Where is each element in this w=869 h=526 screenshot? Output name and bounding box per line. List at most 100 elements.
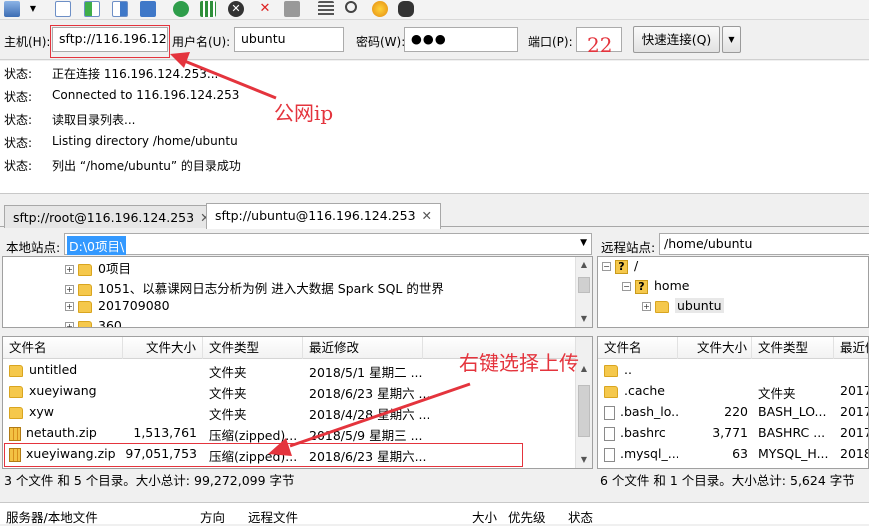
queue-column-size[interactable]: 大小 — [472, 507, 497, 526]
toggle-queue-icon[interactable] — [140, 1, 156, 17]
collapse-icon[interactable]: − — [602, 262, 611, 271]
file-highlight-box — [4, 443, 523, 467]
file-name-cell: .bash_lo... — [604, 404, 678, 420]
remote-path-input[interactable]: /home/ubuntu — [659, 233, 869, 255]
toggle-remote-tree-icon[interactable] — [112, 1, 128, 17]
username-input[interactable]: ubuntu — [234, 27, 344, 52]
local-path-combobox[interactable]: D:\0项目\ ▼ — [64, 233, 592, 255]
log-status: 状态: — [4, 90, 33, 104]
file-row[interactable]: netauth.zip 1,513,761 压缩(zipped)... 2018/5/… — [3, 423, 577, 444]
column-header-filesize[interactable]: 文件大小 — [678, 337, 752, 359]
close-tab-icon[interactable]: ✕ — [422, 208, 432, 223]
tree-item-ubuntu[interactable]: + ubuntu — [642, 298, 724, 318]
search-icon[interactable] — [345, 1, 357, 13]
file-row[interactable]: .. — [598, 360, 868, 381]
file-row[interactable]: xueyiwang 文件夹 2018/6/23 星期六 ... — [3, 381, 577, 402]
public-ip-annotation: 公网ip — [274, 101, 334, 125]
expand-icon[interactable]: + — [642, 302, 651, 311]
tab-root-connection[interactable]: sftp://root@116.196.124.253✕ — [4, 205, 220, 228]
log-message: 读取目录列表... — [52, 113, 136, 127]
dropdown-arrow-icon[interactable]: ▼ — [28, 1, 38, 17]
local-site-label: 本地站点: — [6, 240, 61, 255]
column-header-filesize[interactable]: 文件大小 — [123, 337, 203, 359]
remote-directory-tree[interactable]: −? / −? home + ubuntu — [597, 256, 869, 328]
file-size: 1,513,761 — [133, 425, 197, 440]
file-name: xyw — [29, 404, 55, 419]
queue-column-remote-file[interactable]: 远程文件 — [248, 507, 298, 526]
queue-column-local-file[interactable]: 服务器/本地文件 — [6, 507, 98, 526]
local-tree-scrollbar[interactable]: ▲ ▼ — [575, 257, 592, 327]
compare-icon[interactable] — [372, 1, 388, 17]
log-status: 状态: — [4, 67, 33, 81]
refresh-icon[interactable] — [173, 1, 189, 17]
column-header-filetype[interactable]: 文件类型 — [203, 337, 303, 359]
column-header-modified[interactable]: 最近修改 — [303, 337, 423, 359]
quickconnect-button[interactable]: 快速连接(Q) — [633, 26, 720, 53]
tree-item[interactable]: +0项目 — [65, 258, 131, 278]
remote-file-list[interactable]: 文件名 文件大小 文件类型 最近修 ...cache文件夹2017/.bash_… — [597, 336, 869, 469]
column-header-modified[interactable]: 最近修 — [834, 337, 868, 359]
folder-icon — [9, 385, 23, 398]
file-name-cell: untitled — [9, 362, 129, 377]
scroll-down-icon[interactable]: ▼ — [576, 452, 592, 468]
queue-column-direction[interactable]: 方向 — [200, 507, 225, 526]
file-row[interactable]: .mysql_... 63 MYSQL_H... 2018/ — [598, 444, 868, 465]
file-row[interactable]: .bash_lo... 220 BASH_LO... 2017/ — [598, 402, 868, 423]
log-message: Connected to 116.196.124.253 — [52, 88, 240, 102]
expand-icon[interactable]: + — [65, 322, 74, 327]
tree-item-home[interactable]: −? home — [622, 278, 689, 298]
cancel-icon[interactable]: ✕ — [228, 1, 244, 17]
password-input[interactable]: ●●● — [404, 27, 518, 52]
process-queue-icon[interactable] — [200, 1, 216, 17]
scroll-up-icon[interactable]: ▲ — [576, 257, 592, 273]
remote-site-label: 远程站点: — [601, 240, 656, 255]
chevron-down-icon[interactable]: ▼ — [580, 238, 587, 248]
log-entry: 状态: 正在连接 116.196.124.253... — [0, 65, 869, 85]
queue-column-priority[interactable]: 优先级 — [508, 507, 546, 526]
host-highlight-box — [50, 25, 170, 58]
file-row[interactable]: .cache 文件夹 2017/ — [598, 381, 868, 402]
log-status: 状态: — [4, 159, 33, 173]
remote-status: 6 个文件 和 1 个目录。大小总计: 5,624 字节 — [600, 473, 855, 488]
log-status: 状态: — [4, 113, 33, 127]
site-manager-icon[interactable] — [4, 1, 20, 17]
scroll-thumb[interactable] — [578, 385, 590, 437]
toggle-log-icon[interactable] — [55, 1, 71, 17]
tab-ubuntu-connection[interactable]: sftp://ubuntu@116.196.124.253 ✕ — [206, 203, 442, 229]
column-header-filename[interactable]: 文件名 — [598, 337, 678, 359]
tree-item[interactable]: +1051、以慕课网日志分析为例 进入大数据 Spark SQL 的世界 — [65, 278, 444, 298]
tree-item-root[interactable]: −? / — [602, 258, 638, 278]
file-name-cell: xyw — [9, 404, 129, 419]
filter-icon[interactable] — [318, 1, 334, 17]
file-modified: 2018/5/1 星期二 ... — [309, 365, 423, 380]
file-modified: 2018/5/9 星期三 ... — [309, 428, 423, 443]
expand-icon[interactable]: + — [65, 285, 74, 294]
log-status: 状态: — [4, 136, 33, 150]
scroll-down-icon[interactable]: ▼ — [576, 311, 592, 327]
scroll-thumb[interactable] — [578, 277, 590, 293]
message-log[interactable]: 状态: 正在连接 116.196.124.253... 状态: Connected t… — [0, 61, 869, 194]
file-modified: 2017/ — [840, 404, 868, 419]
file-name-cell: xueyiwang — [9, 383, 129, 398]
local-directory-tree[interactable]: +0项目 +1051、以慕课网日志分析为例 进入大数据 Spark SQL 的世… — [2, 256, 593, 328]
tree-item[interactable]: +360 — [65, 318, 122, 327]
quickconnect-dropdown-button[interactable]: ▼ — [722, 26, 741, 53]
queue-column-status[interactable]: 状态 — [568, 507, 593, 526]
port-annotation: 22 — [587, 33, 613, 57]
column-header-filename[interactable]: 文件名 — [3, 337, 123, 359]
column-header-filetype[interactable]: 文件类型 — [752, 337, 834, 359]
reconnect-icon[interactable] — [284, 1, 300, 17]
disconnect-icon[interactable]: ✕ — [257, 1, 273, 17]
collapse-icon[interactable]: − — [622, 282, 631, 291]
expand-icon[interactable]: + — [65, 265, 74, 274]
binoculars-icon[interactable] — [398, 1, 414, 17]
file-name-cell: .cache — [604, 383, 678, 398]
toggle-local-tree-icon[interactable] — [84, 1, 100, 17]
tree-item[interactable]: +201709080 — [65, 298, 170, 318]
log-message: 正在连接 116.196.124.253... — [52, 67, 219, 81]
file-type: 文件夹 — [758, 386, 796, 401]
file-row[interactable]: xyw 文件夹 2018/4/28 星期六 ... — [3, 402, 577, 423]
remote-site-bar: 远程站点: /home/ubuntu — [597, 232, 869, 256]
file-row[interactable]: .bashrc 3,771 BASHRC ... 2017/ — [598, 423, 868, 444]
expand-icon[interactable]: + — [65, 302, 74, 311]
